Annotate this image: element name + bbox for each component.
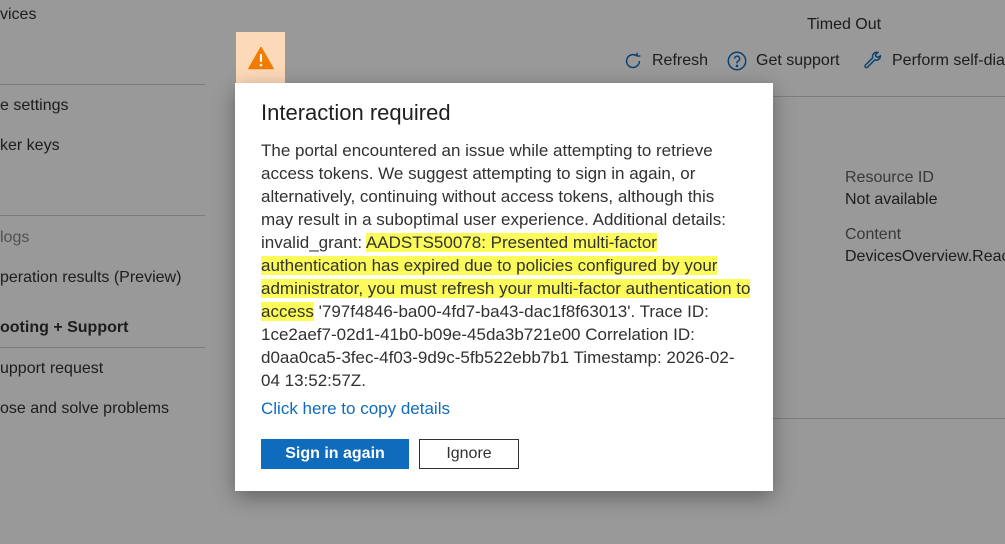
dialog-title: Interaction required [261,100,451,125]
dialog-message: The portal encountered an issue while at… [261,139,751,392]
interaction-required-dialog: Interaction required The portal encounte… [235,83,773,491]
message-details: '797f4846-ba00-4fd7-ba43-dac1f8f63013'. … [261,302,735,390]
ignore-button[interactable]: Ignore [419,439,519,469]
warning-icon [247,46,274,70]
warning-tile [236,32,285,84]
copy-details-link[interactable]: Click here to copy details [261,399,450,419]
sign-in-again-button[interactable]: Sign in again [261,439,409,469]
